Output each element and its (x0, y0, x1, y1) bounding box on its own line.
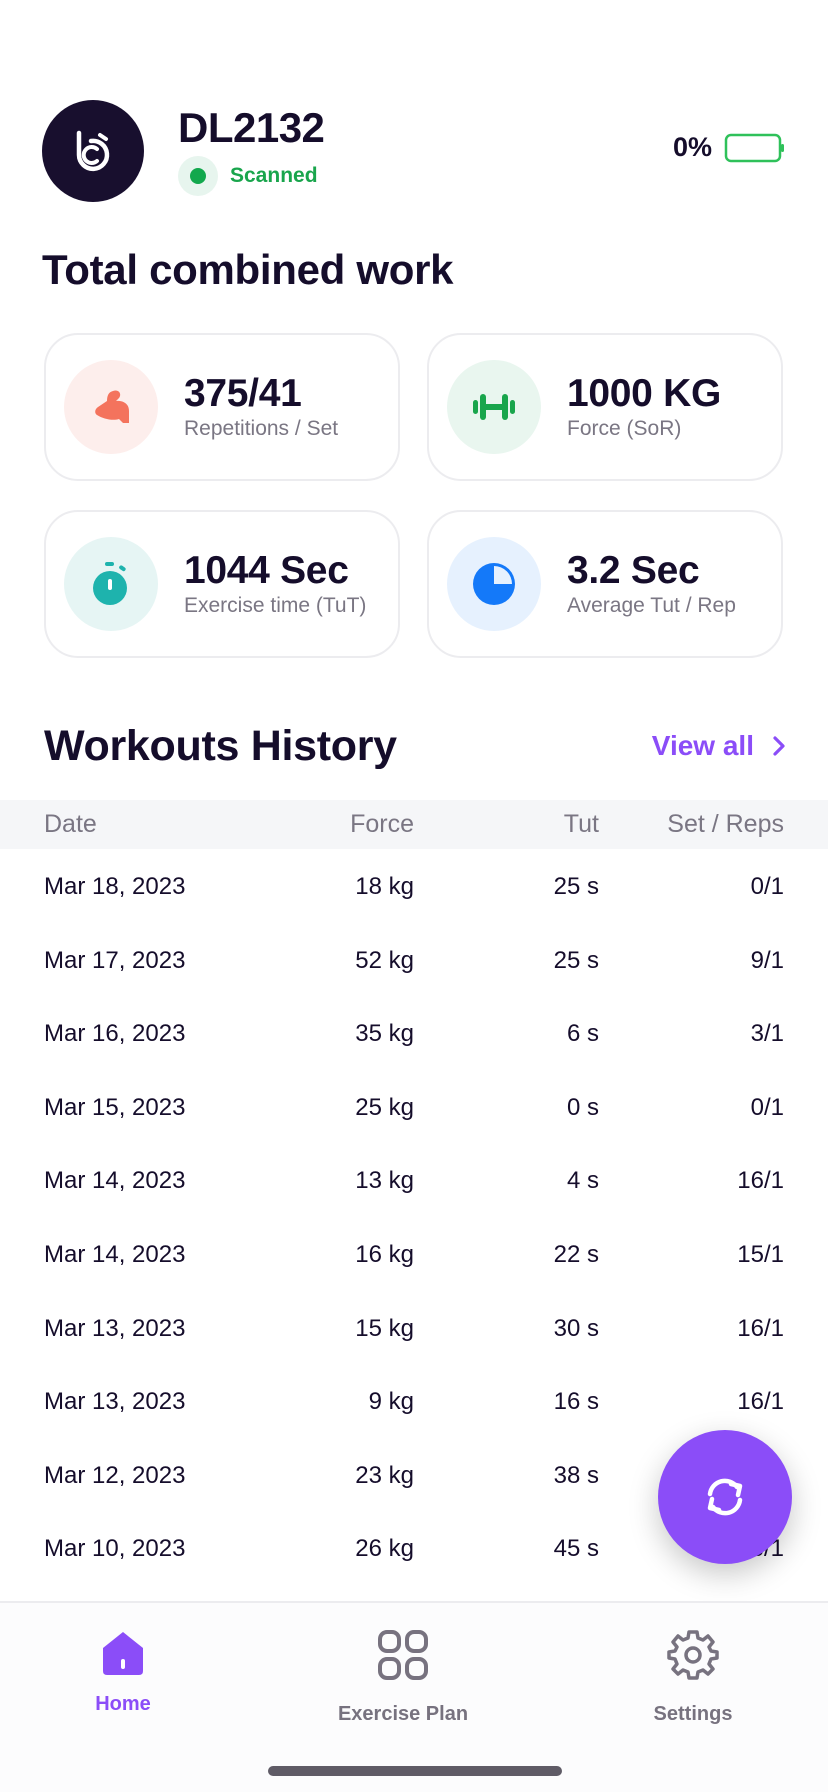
cell-tut: 45 s (553, 1535, 599, 1563)
cell-set-reps: 0/1 (750, 1093, 784, 1121)
gear-icon (667, 1630, 719, 1680)
cell-tut: 4 s (566, 1167, 599, 1195)
stat-card-force: 1000 KG Force (SoR) (427, 333, 783, 481)
cell-date: Mar 17, 2023 (44, 946, 186, 974)
cell-date: Mar 15, 2023 (44, 1093, 186, 1121)
cell-force: 9 kg (368, 1388, 414, 1416)
cell-tut: 38 s (553, 1461, 599, 1489)
cell-set-reps: 3/1 (750, 1020, 784, 1048)
table-row[interactable]: Mar 13, 2023 15 kg 30 s 16/1 (0, 1293, 828, 1367)
nav-item-home[interactable]: Home (88, 1629, 158, 1716)
table-row[interactable]: Mar 13, 2023 9 kg 16 s 16/1 (0, 1366, 828, 1440)
stat-label: Average Tut / Rep (567, 594, 736, 618)
cell-date: Mar 13, 2023 (44, 1388, 186, 1416)
cell-tut: 6 s (566, 1020, 599, 1048)
device-avatar (42, 100, 144, 202)
cell-set-reps: 16/1 (737, 1167, 784, 1195)
cell-tut: 25 s (553, 946, 599, 974)
cell-force: 13 kg (355, 1167, 414, 1195)
table-row[interactable]: Mar 16, 2023 35 kg 6 s 3/1 (0, 998, 828, 1072)
stat-card-repetitions: 375/41 Repetitions / Set (44, 333, 400, 481)
cell-date: Mar 18, 2023 (44, 873, 186, 900)
device-name: DL2132 (178, 104, 325, 151)
cell-tut: 30 s (553, 1314, 599, 1342)
cell-force: 52 kg (355, 946, 414, 974)
section-title: Total combined work (42, 246, 454, 293)
stat-value: 1000 KG (567, 371, 721, 415)
nav-item-settings[interactable]: Settings (648, 1629, 738, 1726)
status-dot-icon (190, 168, 206, 184)
sync-button[interactable] (658, 1430, 792, 1564)
cell-set-reps: 0/1 (750, 873, 784, 900)
cell-force: 16 kg (355, 1241, 414, 1268)
cell-set-reps: 15/1 (737, 1241, 784, 1268)
cell-force: 25 kg (355, 1093, 414, 1121)
column-header-force: Force (350, 810, 414, 838)
cell-set-reps: 16/1 (737, 1388, 784, 1416)
stat-label: Repetitions / Set (184, 417, 339, 441)
column-header-set-reps: Set / Reps (667, 810, 784, 838)
stat-value: 3.2 Sec (567, 548, 700, 592)
stat-label: Exercise time (TuT) (184, 594, 367, 618)
cell-force: 23 kg (355, 1461, 414, 1489)
table-row[interactable]: Mar 14, 2023 13 kg 4 s 16/1 (0, 1145, 828, 1219)
scan-status: Scanned (178, 156, 318, 196)
cell-date: Mar 10, 2023 (44, 1535, 186, 1563)
bottom-nav: Home Exercise Plan Settings (0, 1601, 828, 1792)
flexed-bicep-icon (64, 360, 158, 454)
cell-force: 15 kg (355, 1314, 414, 1342)
pie-chart-icon (447, 537, 541, 631)
cell-date: Mar 16, 2023 (44, 1020, 186, 1048)
brand-logo-icon (76, 130, 110, 172)
cell-force: 26 kg (355, 1535, 414, 1563)
battery-percent: 0% (672, 132, 712, 162)
cell-date: Mar 12, 2023 (44, 1461, 186, 1489)
cell-date: Mar 13, 2023 (44, 1314, 186, 1342)
stat-value: 1044 Sec (184, 548, 349, 592)
cell-tut: 22 s (553, 1241, 599, 1268)
nav-label: Exercise Plan (337, 1703, 469, 1725)
column-header-tut: Tut (563, 810, 599, 838)
table-header: Date Force Tut Set / Reps (0, 800, 828, 849)
table-row[interactable]: Mar 17, 2023 52 kg 25 s 9/1 (0, 925, 828, 999)
view-all-label: View all (651, 730, 754, 761)
cell-date: Mar 14, 2023 (44, 1167, 186, 1195)
table-row[interactable]: Mar 15, 2023 25 kg 0 s 0/1 (0, 1072, 828, 1146)
chevron-right-icon (773, 736, 785, 756)
status-indicator (178, 156, 218, 196)
battery-status: 0% (673, 132, 786, 163)
sync-icon (707, 1478, 743, 1516)
cell-set-reps: 16/1 (737, 1314, 784, 1342)
grid-icon (378, 1630, 428, 1680)
table-row[interactable]: Mar 14, 2023 16 kg 22 s 15/1 (0, 1219, 828, 1293)
battery-icon (724, 133, 784, 162)
stat-card-exercise-time: 1044 Sec Exercise time (TuT) (44, 510, 400, 658)
home-icon (103, 1632, 143, 1675)
cell-force: 18 kg (355, 873, 414, 900)
stat-value: 375/41 (184, 371, 302, 415)
stat-card-average-tut: 3.2 Sec Average Tut / Rep (427, 510, 783, 658)
cell-set-reps: 9/1 (750, 946, 784, 974)
cell-tut: 16 s (553, 1388, 599, 1416)
cell-tut: 0 s (566, 1093, 599, 1121)
cell-tut: 25 s (553, 873, 599, 900)
workouts-history-title: Workouts History (44, 722, 397, 770)
status-text: Scanned (230, 164, 318, 187)
cell-force: 35 kg (355, 1020, 414, 1048)
table-row[interactable]: Mar 18, 2023 18 kg 25 s 0/1 (0, 851, 828, 925)
dumbbell-icon (447, 360, 541, 454)
cell-date: Mar 14, 2023 (44, 1241, 186, 1268)
nav-item-exercise-plan[interactable]: Exercise Plan (323, 1629, 483, 1726)
stopwatch-icon (64, 537, 158, 631)
home-indicator (268, 1766, 562, 1776)
nav-label: Home (95, 1693, 151, 1715)
nav-label: Settings (653, 1703, 733, 1725)
view-all-link[interactable]: View all (652, 730, 786, 762)
column-header-date: Date (44, 810, 97, 838)
stat-label: Force (SoR) (567, 417, 682, 441)
